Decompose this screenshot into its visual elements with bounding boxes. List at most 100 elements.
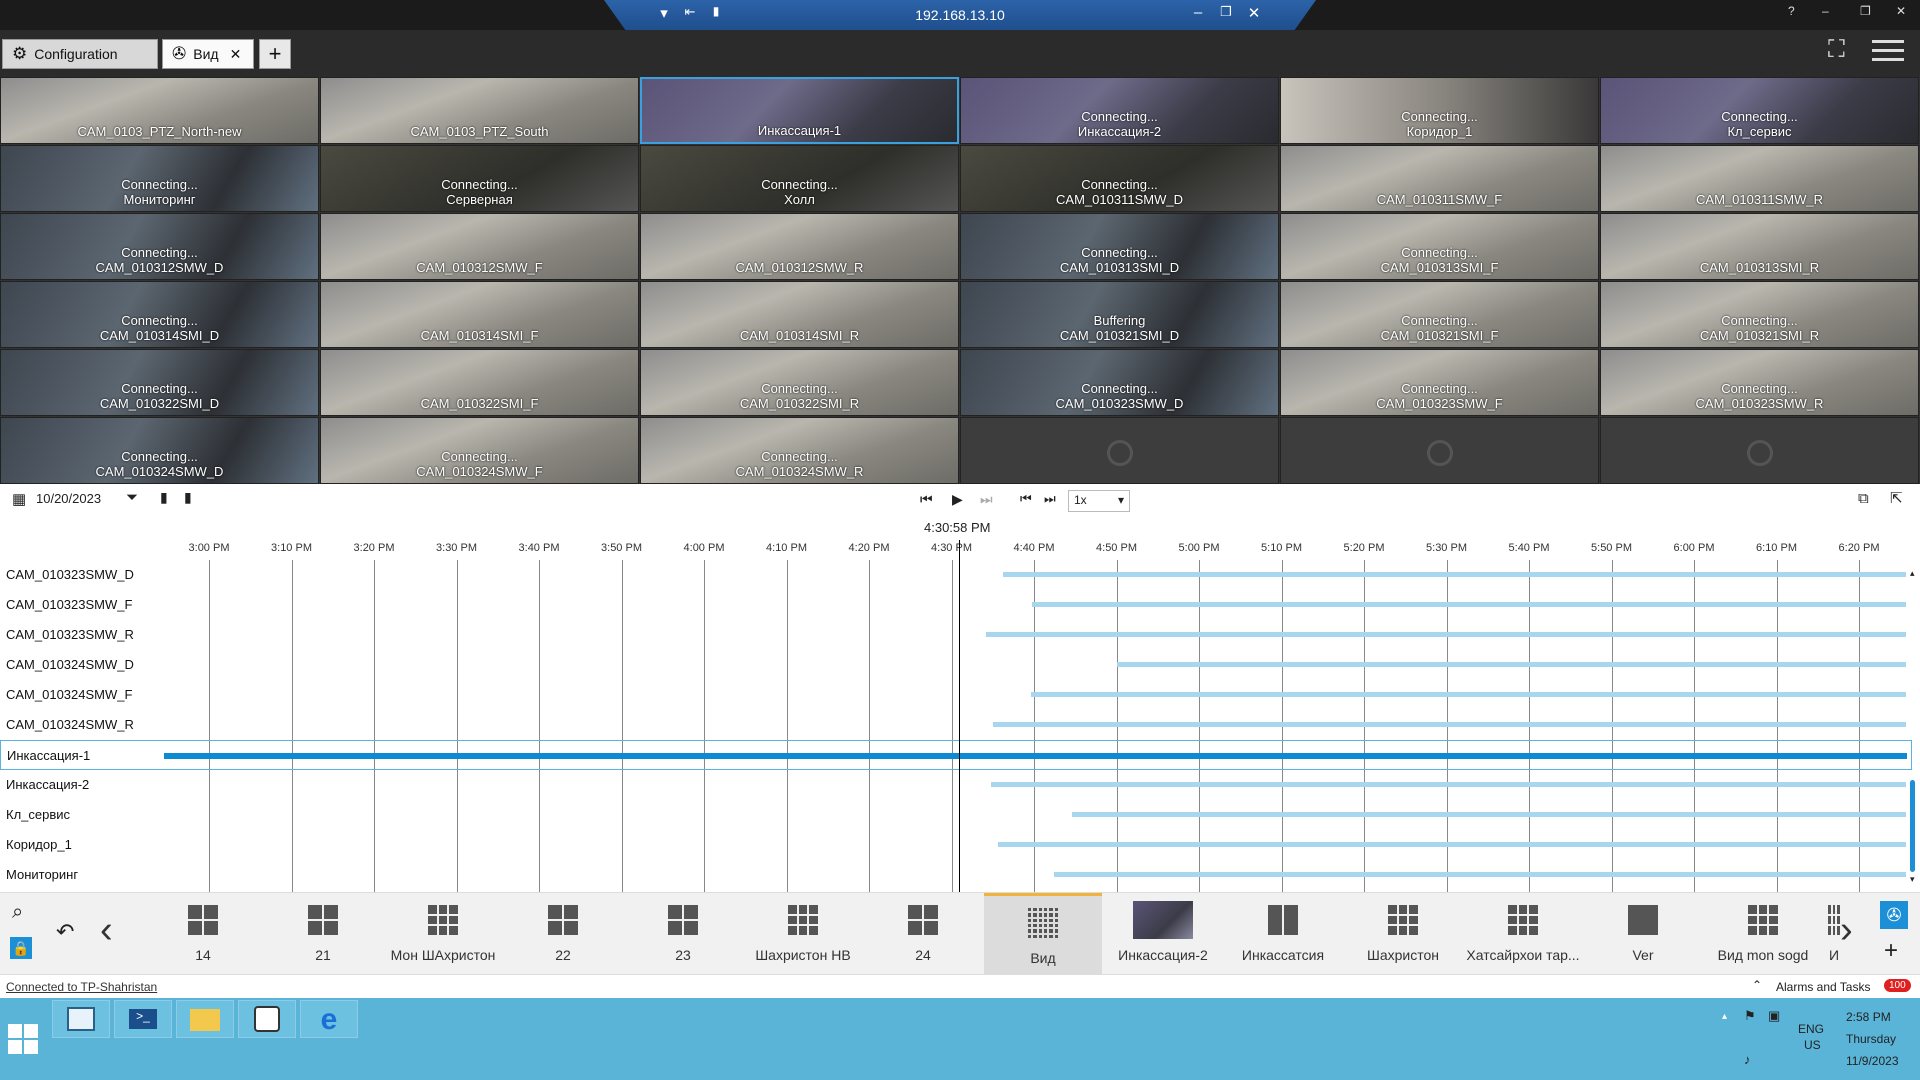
fullscreen-icon[interactable]: ⛶	[1828, 36, 1845, 64]
prev-frame-icon[interactable]: ⏮	[1020, 491, 1032, 507]
view-button[interactable]: Мон ШАхристон	[384, 893, 502, 975]
recording-bar[interactable]	[986, 632, 1906, 637]
camera-tile[interactable]: Connecting... CAM_010323SMW_F	[1280, 349, 1599, 416]
speed-select[interactable]: 1x ▾	[1068, 490, 1130, 512]
camera-tile[interactable]: CAM_010314SMI_R	[640, 281, 959, 348]
file-explorer-icon[interactable]	[176, 1000, 234, 1038]
camera-tile[interactable]: CAM_010313SMI_R	[1600, 213, 1919, 280]
timeline-row[interactable]: CAM_010323SMW_F	[0, 590, 1912, 620]
timeline-row[interactable]: Кл_сервис	[0, 800, 1912, 830]
close-tab-icon[interactable]: ✕	[230, 46, 242, 63]
camera-tile[interactable]: Connecting... CAM_010323SMW_D	[960, 349, 1279, 416]
search-icon[interactable]: ⌕	[12, 901, 23, 924]
app-restore-icon[interactable]: ❐	[1860, 4, 1871, 18]
lock-icon[interactable]: 🔒	[10, 937, 32, 959]
camera-tile[interactable]: CAM_010322SMI_F	[320, 349, 639, 416]
add-tab-button[interactable]: +	[259, 39, 291, 69]
recording-bar[interactable]	[997, 842, 1906, 847]
help-button[interactable]: ?	[1788, 4, 1795, 18]
tray-chevron-icon[interactable]: ▴	[1722, 1011, 1727, 1022]
view-button[interactable]: Шахристон НВ	[744, 893, 862, 975]
camera-tile[interactable]: Connecting... Коридор_1	[1280, 77, 1599, 144]
camera-tile[interactable]: Connecting... Кл_сервис	[1600, 77, 1919, 144]
play-icon[interactable]: ▶	[952, 491, 963, 508]
timeline-row[interactable]: Мониторинг	[0, 860, 1912, 890]
view-button[interactable]: Ver	[1584, 893, 1702, 975]
recording-bar[interactable]	[1032, 602, 1906, 607]
view-button[interactable]: 21	[264, 893, 382, 975]
next-views-icon[interactable]: ›	[1840, 909, 1853, 952]
view-button[interactable]: Хатсайрхои тар...	[1464, 893, 1582, 975]
camera-tile[interactable]: Connecting... CAM_010321SMI_F	[1280, 281, 1599, 348]
volume-icon[interactable]: ♪	[1744, 1052, 1751, 1067]
camera-tile[interactable]: CAM_010314SMI_F	[320, 281, 639, 348]
undo-icon[interactable]: ↶	[56, 919, 74, 945]
view-button[interactable]: Инкассация-2	[1104, 893, 1222, 975]
alarms-label[interactable]: Alarms and Tasks	[1776, 980, 1870, 994]
view-button[interactable]: Инкассатсия	[1224, 893, 1342, 975]
timeline-scrollbar[interactable]: ▴ ▾	[1908, 568, 1916, 886]
filter-icon[interactable]: ⏷	[126, 489, 138, 506]
camera-tile[interactable]: Connecting... CAM_010313SMI_F	[1280, 213, 1599, 280]
camera-tile[interactable]: CAM_0103_PTZ_South	[320, 77, 639, 144]
app-close-icon[interactable]: ✕	[1896, 4, 1906, 18]
recording-bar[interactable]	[1053, 872, 1906, 877]
language-primary[interactable]: ENG	[1798, 1022, 1824, 1036]
camera-tile[interactable]: Connecting... CAM_010322SMI_R	[640, 349, 959, 416]
view-button[interactable]: 24	[864, 893, 982, 975]
recording-bar[interactable]	[1002, 572, 1906, 577]
minimize-icon[interactable]: –	[1188, 4, 1208, 21]
timeline-row[interactable]: CAM_010324SMW_F	[0, 680, 1912, 710]
playhead-line[interactable]	[959, 540, 960, 892]
server-manager-icon[interactable]	[52, 1000, 110, 1038]
internet-explorer-icon[interactable]: e	[300, 1000, 358, 1038]
camera-tile[interactable]	[1280, 417, 1599, 484]
camera-tile[interactable]: CAM_010311SMW_R	[1600, 145, 1919, 212]
camera-tile[interactable]: Connecting... CAM_010324SMW_D	[0, 417, 319, 484]
camera-tile[interactable]: Connecting... CAM_010313SMI_D	[960, 213, 1279, 280]
recording-bar[interactable]	[991, 782, 1906, 787]
restore-icon[interactable]: ❐	[1216, 4, 1236, 20]
scroll-up-icon[interactable]: ▴	[1910, 568, 1915, 579]
camera-tile[interactable]: Connecting... CAM_010322SMI_D	[0, 349, 319, 416]
camera-tile[interactable]: Connecting... Мониторинг	[0, 145, 319, 212]
camera-tile[interactable]	[1600, 417, 1919, 484]
camera-tile[interactable]: Connecting... CAM_010314SMI_D	[0, 281, 319, 348]
camera-tile[interactable]: Connecting... CAM_010324SMW_F	[320, 417, 639, 484]
camera-tile[interactable]: Connecting... Инкассация-2	[960, 77, 1279, 144]
camera-tile[interactable]: Connecting... CAM_010321SMI_R	[1600, 281, 1919, 348]
tab-view[interactable]: ✇ Вид ✕	[162, 39, 254, 69]
view-button[interactable]: Вид	[984, 893, 1102, 975]
add-bookmark-icon[interactable]: ▮	[184, 489, 192, 506]
camera-tile[interactable]: CAM_010312SMW_F	[320, 213, 639, 280]
recording-bar[interactable]	[164, 753, 1907, 759]
view-button[interactable]: 22	[504, 893, 622, 975]
recording-bar[interactable]	[1030, 692, 1906, 697]
close-icon[interactable]: ✕	[1244, 4, 1264, 22]
camera-tile[interactable]: CAM_0103_PTZ_North-new	[0, 77, 319, 144]
date-label[interactable]: 10/20/2023	[36, 491, 101, 506]
connection-status[interactable]: Connected to TP-Shahristan	[6, 980, 157, 994]
tab-configuration[interactable]: ⚙ Configuration	[2, 39, 158, 69]
camera-tile[interactable]: Connecting... Серверная	[320, 145, 639, 212]
timeline-row[interactable]: CAM_010324SMW_D	[0, 650, 1912, 680]
view-button[interactable]: Вид mon sogd	[1704, 893, 1822, 975]
skip-end-icon[interactable]: ⏭	[980, 491, 993, 508]
network-icon[interactable]: ⚑	[1744, 1008, 1756, 1024]
clock-time[interactable]: 2:58 PM	[1846, 1010, 1891, 1024]
timeline-row[interactable]: Коридор_1	[0, 830, 1912, 860]
add-view-icon[interactable]: +	[1884, 937, 1898, 965]
view-button[interactable]: 23	[624, 893, 742, 975]
camera-tile[interactable]: Инкассация-1	[640, 77, 959, 144]
powershell-icon[interactable]: >_	[114, 1000, 172, 1038]
camera-tile[interactable]: Connecting... CAM_010324SMW_R	[640, 417, 959, 484]
timeline-row[interactable]: Инкассация-2	[0, 770, 1912, 800]
chevron-up-icon[interactable]: ⌃	[1752, 978, 1762, 992]
camera-tile[interactable]: Connecting... CAM_010311SMW_D	[960, 145, 1279, 212]
timeline-row[interactable]: CAM_010323SMW_R	[0, 620, 1912, 650]
recording-bar[interactable]	[1116, 662, 1906, 667]
skip-start-icon[interactable]: ⏮	[920, 491, 933, 508]
next-frame-icon[interactable]: ⏭	[1044, 491, 1056, 507]
calendar-icon[interactable]: ▦	[12, 490, 26, 508]
view-button[interactable]: Шахристон	[1344, 893, 1462, 975]
